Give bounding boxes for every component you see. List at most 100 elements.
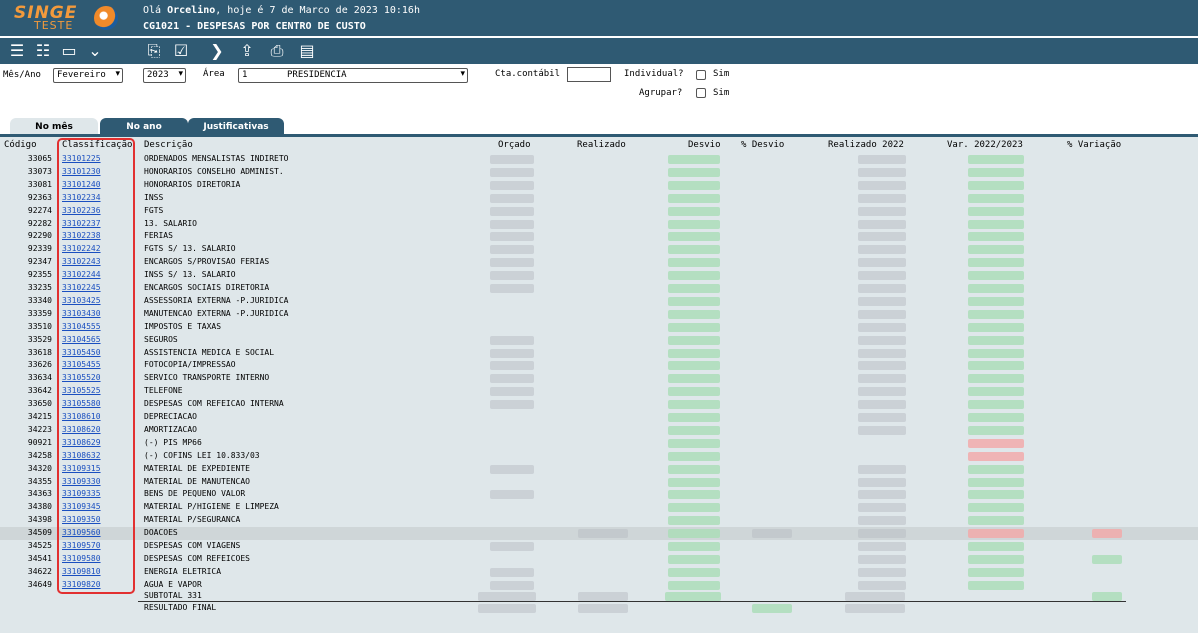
next-icon[interactable]: ❯	[206, 41, 228, 61]
codigo-cell: 33340	[27, 295, 52, 305]
table-row: 92347 33102243 ENCARGOS S/PROVISAO FERIAS	[0, 256, 1198, 269]
masked-value	[968, 438, 1024, 448]
masked-value	[578, 604, 628, 613]
masked-value	[1092, 554, 1122, 564]
descricao-cell: MATERIAL DE MANUTENCAO	[144, 476, 250, 486]
table-row: 33650 33105580 DESPESAS COM REFEICAO INTER…	[0, 398, 1198, 411]
codigo-cell: 92290	[27, 231, 52, 241]
descricao-cell: (-) PIS MP66	[144, 437, 202, 447]
area-select[interactable]: 1 PRESIDENCIA ▾	[238, 68, 468, 83]
descricao-cell: INSS S/ 13. SALARIO	[144, 270, 236, 280]
codigo-cell: 33073	[27, 166, 52, 176]
descricao-cell: MANUTENCAO EXTERNA -P.JURIDICA	[144, 308, 289, 318]
masked-value	[478, 592, 536, 601]
masked-value	[858, 258, 906, 268]
cta-contabil-input[interactable]	[567, 67, 611, 82]
document-icon[interactable]: ▤	[296, 41, 318, 61]
col-realizado: Realizado	[577, 140, 626, 150]
masked-value	[668, 322, 720, 332]
brand-globe-icon	[94, 6, 118, 30]
list-alt-icon[interactable]: ☷	[32, 41, 54, 61]
col-desvio: Desvio	[688, 140, 721, 150]
subtotal-label: SUBTOTAL 331	[144, 591, 202, 600]
table-row: 33642 33105525 TELEFONE	[0, 385, 1198, 398]
list-icon[interactable]: ☰	[6, 41, 28, 61]
masked-value	[968, 309, 1024, 319]
descricao-cell: ENERGIA ELETRICA	[144, 566, 222, 576]
masked-value	[490, 284, 534, 293]
masked-value	[490, 464, 534, 474]
export-icon[interactable]: ⇪	[236, 41, 258, 61]
codigo-cell: 34622	[27, 566, 52, 576]
collapse-icon[interactable]: ⌄	[84, 41, 106, 61]
masked-value	[968, 503, 1024, 513]
checklist-icon[interactable]: ☑	[170, 41, 192, 61]
masked-value	[490, 400, 534, 410]
masked-value	[1092, 529, 1122, 539]
masked-value	[968, 490, 1024, 500]
masked-value	[845, 592, 905, 601]
masked-value	[668, 387, 720, 397]
masked-value	[668, 451, 720, 461]
codigo-cell: 92355	[27, 270, 52, 280]
codigo-cell: 34320	[27, 463, 52, 473]
masked-value	[490, 567, 534, 577]
masked-value	[858, 529, 906, 539]
filter-bar: Mês/Ano Fevereiro ▾ 2023 ▾ Área 1 PRESIDENC…	[0, 64, 1198, 114]
masked-value	[668, 503, 720, 513]
table-row: 92339 33102242 FGTS S/ 13. SALARIO	[0, 243, 1198, 256]
masked-value	[968, 529, 1024, 539]
codigo-cell: 34215	[27, 412, 52, 421]
masked-value	[578, 592, 628, 601]
book-icon[interactable]: ⎘	[143, 41, 165, 61]
agrupar-checkbox[interactable]	[696, 88, 706, 98]
masked-value	[968, 271, 1024, 281]
codigo-cell: 34398	[27, 515, 52, 525]
masked-value	[858, 245, 906, 255]
print-icon[interactable]: ⎙	[266, 41, 288, 61]
col-orcado: Orçado	[498, 140, 531, 150]
individual-checkbox[interactable]	[696, 70, 706, 80]
masked-value	[968, 245, 1024, 255]
table-row: 34541 33109580 DESPESAS COM REFEICOES	[0, 553, 1198, 566]
masked-value	[668, 206, 720, 216]
masked-value	[578, 529, 628, 539]
codigo-cell: 34541	[27, 553, 52, 563]
masked-value	[490, 271, 534, 281]
codigo-cell: 33510	[27, 321, 52, 331]
masked-value	[858, 400, 906, 410]
masked-value	[668, 348, 720, 358]
masked-value	[968, 413, 1024, 422]
masked-value	[968, 206, 1024, 216]
masked-value	[968, 464, 1024, 474]
masked-value	[668, 374, 720, 384]
screen-icon[interactable]: ▭	[58, 41, 80, 61]
masked-value	[968, 193, 1024, 203]
masked-value	[752, 529, 792, 539]
masked-value	[968, 155, 1024, 164]
masked-value	[668, 309, 720, 319]
table-row: 33510 33104555 IMPOSTOS E TAXAS	[0, 321, 1198, 334]
descricao-cell: FGTS S/ 13. SALARIO	[144, 244, 236, 254]
masked-value	[968, 542, 1024, 551]
codigo-cell: 92363	[27, 192, 52, 202]
masked-value	[490, 580, 534, 590]
descricao-cell: HONORARIOS DIRETORIA	[144, 179, 241, 189]
masked-value	[858, 490, 906, 500]
tab-bar: No mês No ano Justificativas	[0, 114, 1198, 136]
table-row: 90921 33108629 (-) PIS MP66	[0, 437, 1198, 450]
year-select[interactable]: 2023 ▾	[143, 68, 186, 83]
masked-value	[668, 245, 720, 255]
codigo-cell: 92274	[27, 205, 52, 215]
table-row: 34380 33109345 MATERIAL P/HIGIENE E LIMPEZ…	[0, 501, 1198, 514]
descricao-cell: BENS DE PEQUENO VALOR	[144, 489, 246, 499]
masked-value	[490, 361, 534, 371]
masked-value	[478, 604, 536, 613]
masked-value	[668, 258, 720, 268]
masked-value	[668, 284, 720, 293]
table-row: 33626 33105455 FOTOCOPIA/IMPRESSAO	[0, 359, 1198, 372]
month-select[interactable]: Fevereiro ▾	[53, 68, 123, 83]
masked-value	[968, 348, 1024, 358]
descricao-cell: FGTS	[144, 205, 164, 215]
codigo-cell: 33626	[27, 360, 52, 370]
